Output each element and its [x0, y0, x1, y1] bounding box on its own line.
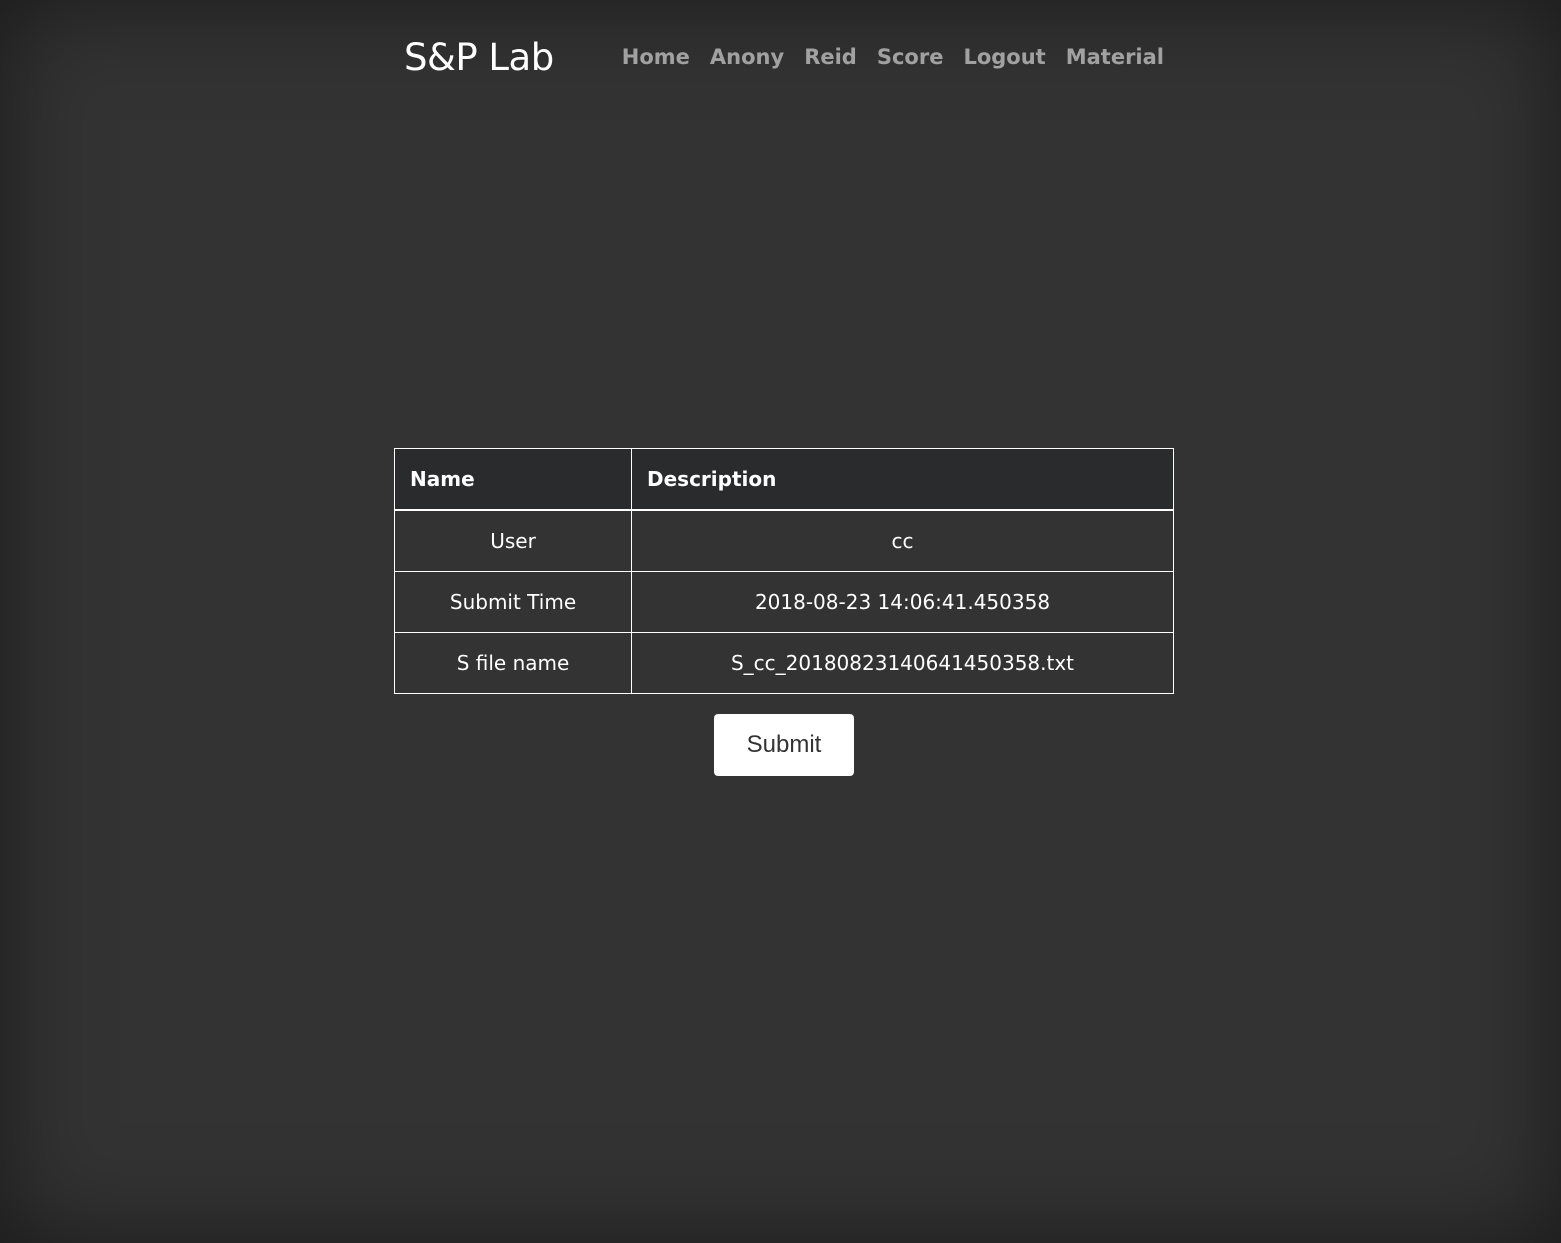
site-brand[interactable]: S&P Lab	[404, 36, 554, 79]
table-row: S file name S_cc_20180823140641450358.tx…	[394, 632, 1174, 694]
submission-table: Name Description User cc Submit Time 201…	[394, 448, 1174, 694]
nav-logout-link[interactable]: Logout	[963, 45, 1045, 69]
table-row: User cc	[394, 509, 1174, 572]
submit-container: Submit	[714, 714, 854, 776]
table-row: Submit Time 2018-08-23 14:06:41.450358	[394, 571, 1174, 633]
submit-button[interactable]: Submit	[714, 714, 854, 776]
site-header: S&P Lab Home Anony Reid Score Logout Mat…	[394, 30, 1174, 90]
column-header-description: Description	[631, 448, 1174, 511]
row-value-submit-time: 2018-08-23 14:06:41.450358	[631, 571, 1174, 633]
nav-score-link[interactable]: Score	[877, 45, 944, 69]
row-value-user: cc	[631, 509, 1174, 572]
row-label-user: User	[394, 509, 632, 572]
submission-table-container: Name Description User cc Submit Time 201…	[394, 448, 1174, 694]
table-header-row: Name Description	[394, 448, 1174, 511]
row-label-file-name: S file name	[394, 632, 632, 694]
nav-home-link[interactable]: Home	[622, 45, 690, 69]
column-header-name: Name	[394, 448, 632, 511]
main-nav: Home Anony Reid Score Logout Material	[602, 45, 1164, 69]
nav-anony-link[interactable]: Anony	[710, 45, 784, 69]
row-value-file-name: S_cc_20180823140641450358.txt	[631, 632, 1174, 694]
nav-material-link[interactable]: Material	[1066, 45, 1164, 69]
row-label-submit-time: Submit Time	[394, 571, 632, 633]
nav-reid-link[interactable]: Reid	[804, 45, 857, 69]
